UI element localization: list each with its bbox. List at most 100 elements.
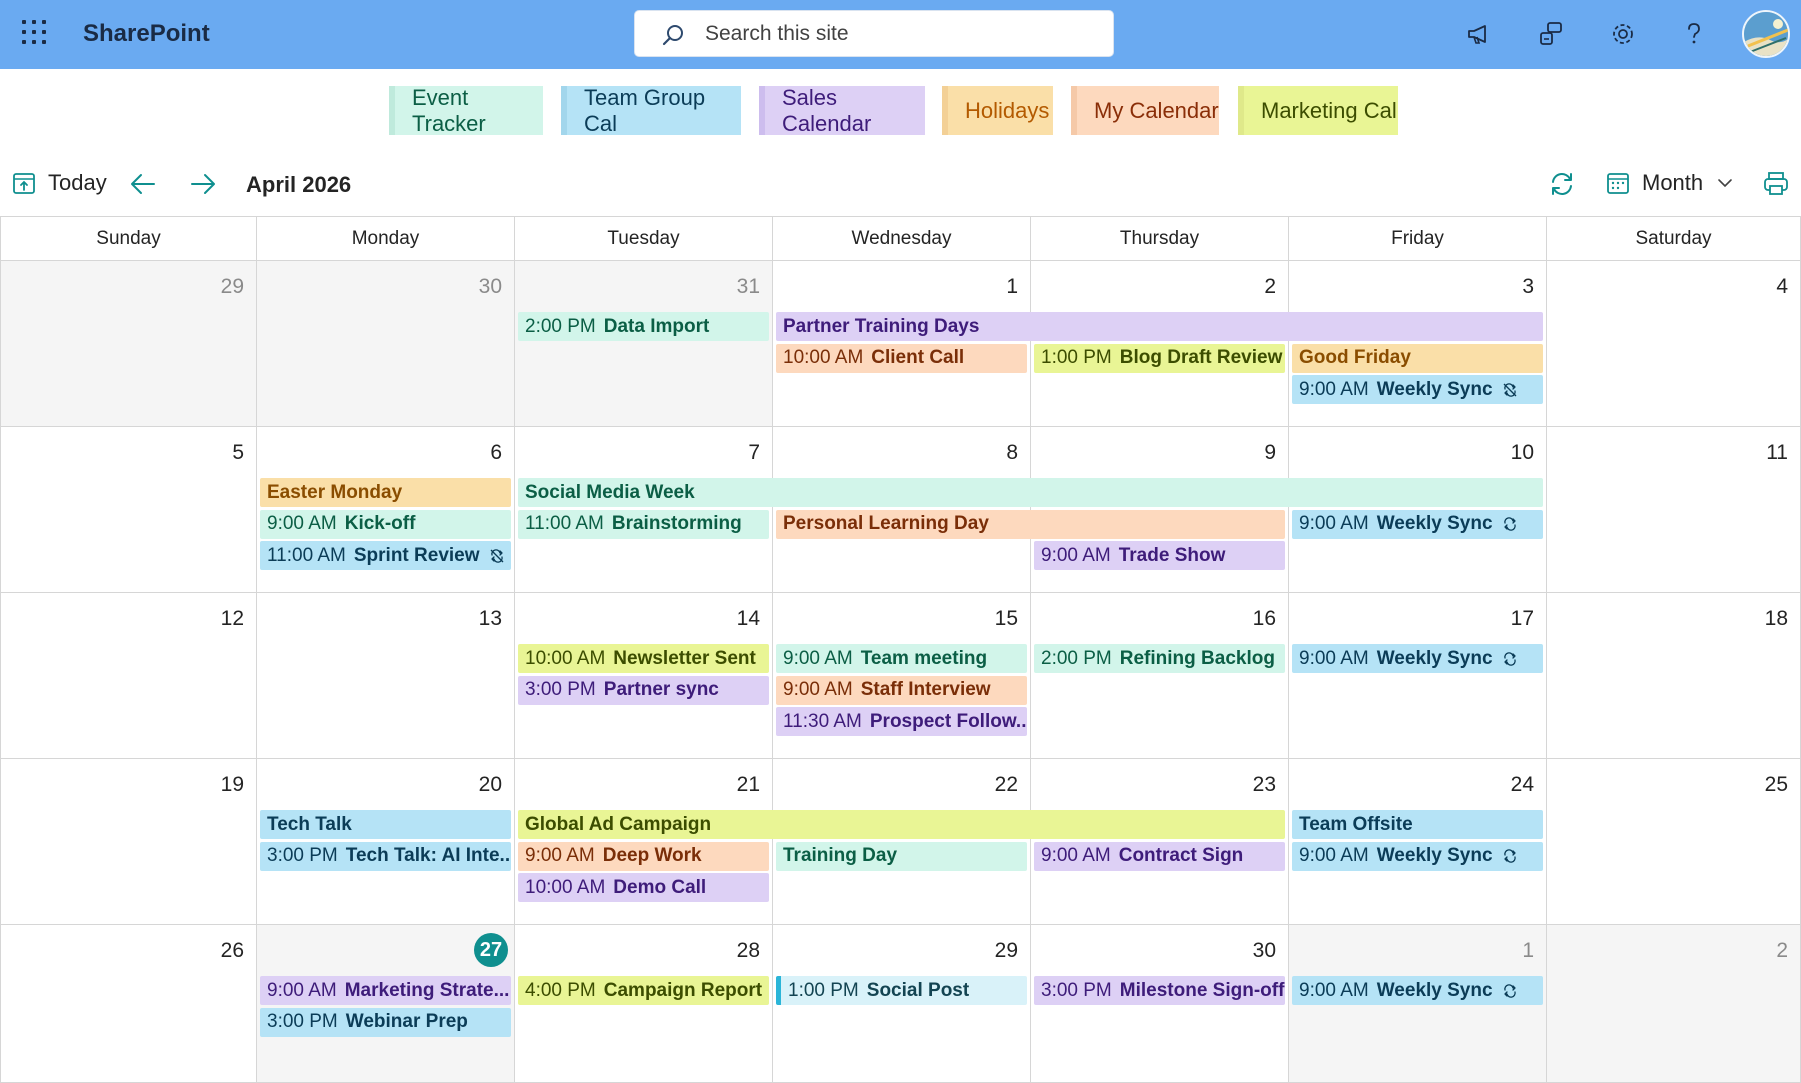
calendar-event[interactable]: 9:00 AM Contract Sign [1034, 841, 1285, 871]
calendar-event[interactable]: 2:00 PM Data Import [518, 312, 769, 341]
day-number[interactable]: 5 [232, 441, 244, 465]
day-cell[interactable]: 26 [0, 925, 257, 1083]
calendar-event[interactable]: 3:00 PM Milestone Sign-off [1034, 976, 1285, 1005]
day-number[interactable]: 13 [479, 607, 502, 631]
day-number[interactable]: 18 [1765, 607, 1788, 631]
calendar-event[interactable]: 1:00 PM Blog Draft Review [1034, 343, 1285, 373]
help-icon[interactable] [1677, 17, 1711, 51]
megaphone-icon[interactable] [1462, 17, 1496, 51]
today-date-badge[interactable]: 27 [474, 933, 508, 967]
day-number[interactable]: 29 [995, 939, 1018, 963]
calendar-pill-event-tracker[interactable]: Event Tracker [389, 85, 543, 136]
day-number[interactable]: 29 [221, 275, 244, 299]
day-number[interactable]: 28 [737, 939, 760, 963]
calendar-event[interactable]: 9:00 AM Weekly Sync [1292, 841, 1543, 871]
app-name[interactable]: SharePoint [83, 20, 210, 48]
previous-month-button[interactable] [129, 170, 157, 198]
day-number[interactable]: 30 [479, 275, 502, 299]
calendar-event[interactable]: Easter Monday [260, 478, 511, 507]
day-cell[interactable]: 4 [1547, 261, 1801, 427]
day-number[interactable]: 4 [1776, 275, 1788, 299]
day-number[interactable]: 26 [221, 939, 244, 963]
day-number[interactable]: 6 [490, 441, 502, 465]
calendar-event[interactable]: 10:00 AM Newsletter Sent [518, 644, 769, 673]
day-number[interactable]: 2 [1264, 275, 1276, 299]
calendar-event[interactable]: 9:00 AM Team meeting [776, 644, 1027, 673]
day-number[interactable]: 16 [1253, 607, 1276, 631]
calendar-event[interactable]: 9:00 AM Marketing Strate... [260, 976, 511, 1005]
next-month-button[interactable] [189, 170, 217, 198]
calendar-pill-my-calendar[interactable]: My Calendar [1071, 86, 1219, 135]
day-cell[interactable]: 16 [1031, 593, 1289, 759]
day-number[interactable]: 15 [995, 607, 1018, 631]
day-number[interactable]: 21 [737, 773, 760, 797]
app-launcher-icon[interactable] [20, 18, 48, 46]
day-cell[interactable]: 18 [1547, 593, 1801, 759]
day-number[interactable]: 9 [1264, 441, 1276, 465]
day-number[interactable]: 1 [1006, 275, 1018, 299]
calendar-event[interactable]: 1:00 PM Social Post [776, 976, 1027, 1005]
day-number[interactable]: 8 [1006, 441, 1018, 465]
calendar-event[interactable]: 3:00 PM Webinar Prep [260, 1007, 511, 1037]
day-number[interactable]: 30 [1253, 939, 1276, 963]
day-number[interactable]: 1 [1522, 939, 1534, 963]
calendar-event[interactable]: 9:00 AM Kick-off [260, 509, 511, 539]
day-number[interactable]: 11 [1766, 441, 1788, 465]
day-cell[interactable]: 5 [0, 427, 257, 593]
calendar-event[interactable]: 10:00 AM Client Call [776, 343, 1027, 373]
calendar-event[interactable]: 9:00 AM Weekly Sync [1292, 644, 1543, 673]
day-number[interactable]: 14 [737, 607, 760, 631]
calendar-pill-marketing-cal[interactable]: Marketing Cal [1238, 86, 1398, 135]
calendar-event[interactable]: Partner Training Days [776, 312, 1543, 341]
day-number[interactable]: 24 [1511, 773, 1534, 797]
calendar-event[interactable]: 4:00 PM Campaign Report [518, 976, 769, 1005]
search-input[interactable] [705, 19, 1095, 49]
calendar-event[interactable]: 11:00 AM Brainstorming [518, 509, 769, 539]
day-cell[interactable]: 12 [0, 593, 257, 759]
view-switcher[interactable]: Month [1606, 170, 1733, 196]
settings-gear-icon[interactable] [1606, 17, 1640, 51]
calendar-event[interactable]: 10:00 AM Demo Call [518, 873, 769, 902]
day-number[interactable]: 19 [221, 773, 244, 797]
day-number[interactable]: 17 [1511, 607, 1534, 631]
calendar-event[interactable]: Team Offsite [1292, 810, 1543, 839]
print-button[interactable] [1762, 170, 1790, 198]
calendar-pill-sales-calendar[interactable]: Sales Calendar [759, 85, 925, 136]
calendar-event[interactable]: 9:00 AM Staff Interview [776, 675, 1027, 705]
day-cell[interactable]: 30 [257, 261, 515, 427]
day-number[interactable]: 20 [479, 773, 502, 797]
calendar-pill-holidays[interactable]: Holidays [942, 86, 1053, 135]
day-number[interactable]: 3 [1522, 275, 1534, 299]
calendar-event[interactable]: 3:00 PM Partner sync [518, 675, 769, 705]
calendar-event[interactable]: Global Ad Campaign [518, 810, 1285, 839]
day-number[interactable]: 7 [748, 441, 760, 465]
calendar-pill-team-group-cal[interactable]: Team Group Cal [561, 85, 741, 136]
day-cell[interactable]: 13 [257, 593, 515, 759]
day-cell[interactable]: 19 [0, 759, 257, 925]
today-button[interactable]: Today [12, 170, 107, 196]
calendar-event[interactable]: 3:00 PM Tech Talk: AI Inte... [260, 841, 511, 871]
day-cell[interactable]: 29 [0, 261, 257, 427]
calendar-event[interactable]: Tech Talk [260, 810, 511, 839]
calendar-event[interactable]: 11:30 AM Prospect Follow... [776, 707, 1027, 736]
calendar-event[interactable]: Training Day [776, 841, 1027, 871]
day-cell[interactable]: 25 [1547, 759, 1801, 925]
day-number[interactable]: 12 [221, 607, 244, 631]
refresh-button[interactable] [1548, 170, 1576, 198]
calendar-event[interactable]: 2:00 PM Refining Backlog [1034, 644, 1285, 673]
calendar-event[interactable]: Social Media Week [518, 478, 1543, 507]
teams-share-icon[interactable] [1534, 17, 1568, 51]
day-number[interactable]: 31 [737, 275, 760, 299]
day-number[interactable]: 23 [1253, 773, 1276, 797]
day-number[interactable]: 10 [1511, 441, 1534, 465]
search-box[interactable] [634, 10, 1114, 57]
calendar-event[interactable]: Personal Learning Day [776, 509, 1285, 539]
calendar-event[interactable]: 9:00 AM Weekly Sync [1292, 509, 1543, 539]
day-number[interactable]: 22 [995, 773, 1018, 797]
calendar-event[interactable]: 9:00 AM Deep Work [518, 841, 769, 871]
user-avatar[interactable] [1742, 10, 1790, 58]
day-cell[interactable]: 31 [515, 261, 773, 427]
calendar-event[interactable]: 9:00 AM Trade Show [1034, 541, 1285, 570]
day-number[interactable]: 2 [1776, 939, 1788, 963]
day-cell[interactable]: 11 [1547, 427, 1801, 593]
